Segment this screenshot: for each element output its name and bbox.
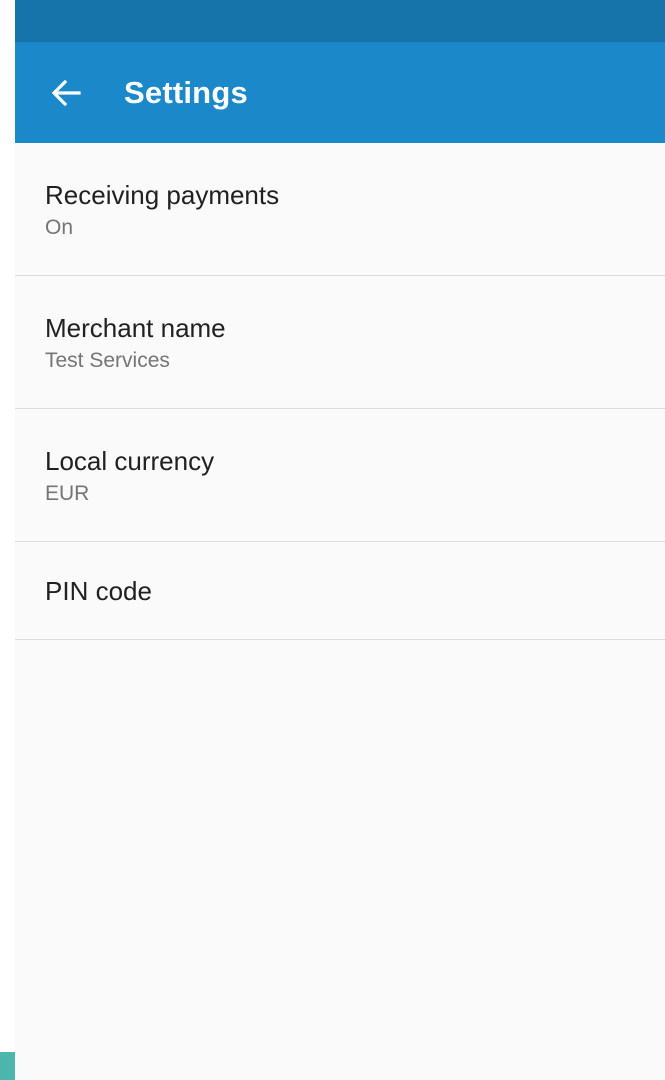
settings-screen: Settings Receiving payments On Merchant … bbox=[15, 0, 665, 1080]
setting-value: Test Services bbox=[45, 349, 170, 372]
setting-merchant-name[interactable]: Merchant name Test Services bbox=[15, 276, 665, 409]
setting-pin-code[interactable]: PIN code bbox=[15, 542, 665, 640]
setting-receiving-payments[interactable]: Receiving payments On bbox=[15, 143, 665, 276]
setting-title: Merchant name bbox=[45, 313, 226, 343]
setting-value: EUR bbox=[45, 482, 90, 505]
left-edge-accent bbox=[0, 1052, 15, 1080]
setting-title: Local currency bbox=[45, 446, 215, 476]
setting-title: Receiving payments bbox=[45, 180, 280, 210]
left-edge-strip bbox=[0, 0, 15, 1080]
settings-list: Receiving payments On Merchant name Test… bbox=[15, 143, 665, 640]
status-bar bbox=[15, 0, 665, 42]
page-title: Settings bbox=[124, 74, 248, 110]
setting-title: PIN code bbox=[45, 576, 152, 606]
setting-local-currency[interactable]: Local currency EUR bbox=[15, 409, 665, 542]
back-button[interactable] bbox=[49, 76, 83, 110]
arrow-back-icon bbox=[51, 79, 81, 106]
app-bar: Settings bbox=[15, 42, 665, 143]
setting-value: On bbox=[45, 216, 74, 239]
